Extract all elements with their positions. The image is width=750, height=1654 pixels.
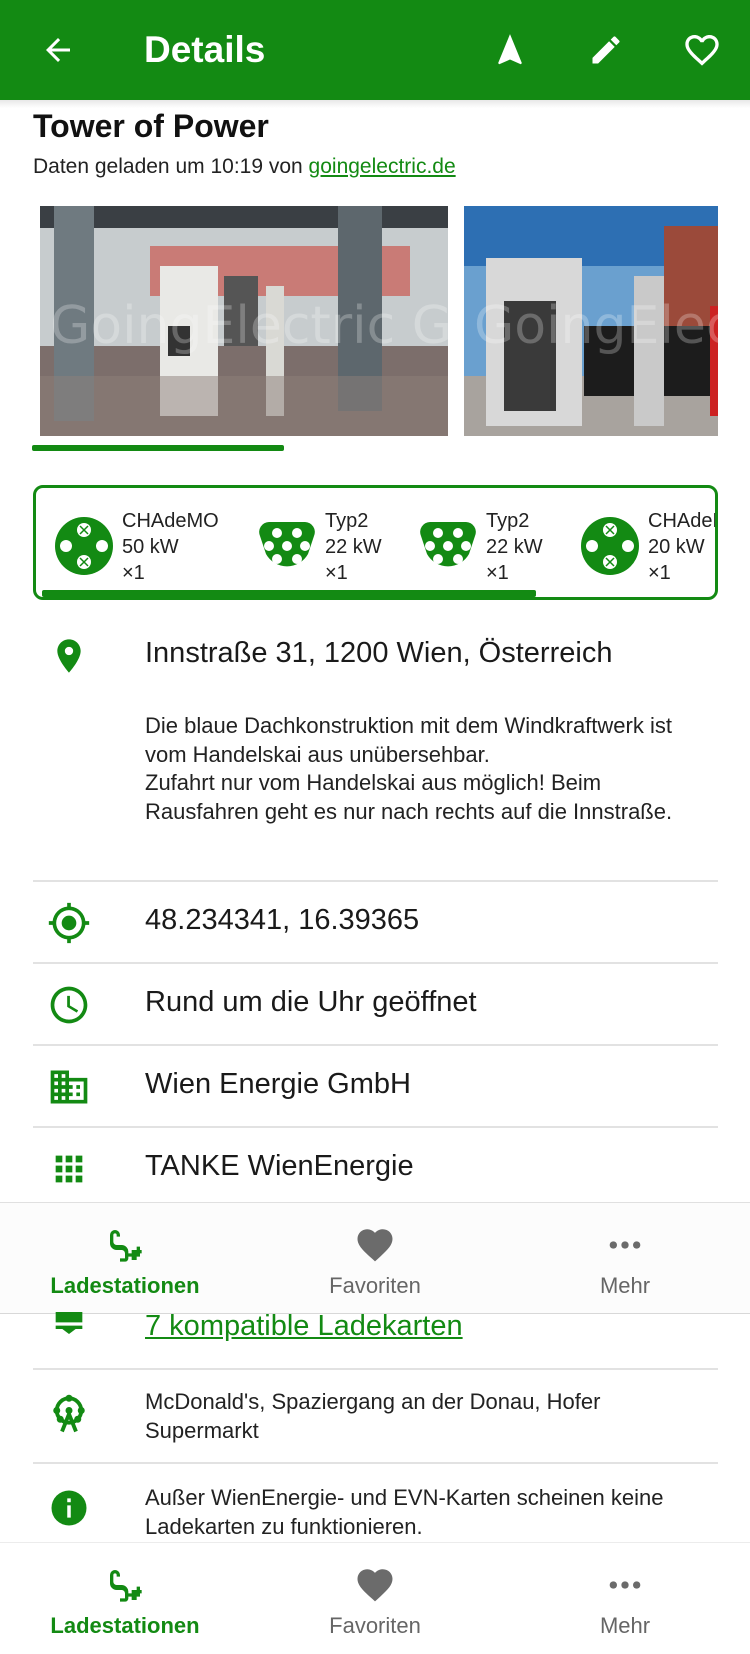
connector-label: Typ2 22 kW ×1	[325, 508, 382, 586]
station-photo[interactable]: GoingElectric GoingElectric	[464, 206, 718, 436]
nav-item-mehr[interactable]: Mehr	[500, 1203, 750, 1313]
operator-row: Wien Energie GmbH	[33, 1046, 718, 1128]
connector-count: ×1	[325, 562, 348, 584]
type2-plug-icon	[420, 522, 476, 567]
nav-item-mehr[interactable]: Mehr	[500, 1543, 750, 1654]
edit-button[interactable]	[578, 22, 634, 78]
connector-item[interactable]: Typ2 22 kW ×1	[239, 488, 399, 597]
chargecards-row[interactable]: 7 kompatible Ladekarten	[33, 1310, 718, 1370]
data-source-line: Daten geladen um 10:19 von goingelectric…	[33, 155, 456, 179]
hours-text: Rund um die Uhr geöffnet	[145, 986, 477, 1018]
connector-item[interactable]: CHAdeMO 50 kW ×1	[36, 488, 226, 597]
page-title: Details	[144, 29, 266, 70]
chademo-plug-icon	[55, 517, 113, 575]
business-icon	[47, 1065, 91, 1109]
loaded-text: Daten geladen um 10:19 von	[33, 155, 309, 178]
chargecards-text: 7 kompatible Ladekarten	[145, 1310, 463, 1342]
app-bar: Details	[0, 0, 750, 100]
address-text: Innstraße 31, 1200 Wien, Österreich	[145, 637, 613, 669]
connector-label: CHAdeMO 20 kW ×1	[648, 508, 715, 586]
arrow-back-icon	[46, 38, 70, 62]
source-link[interactable]: goingelectric.de	[309, 155, 456, 178]
hours-row: Rund um die Uhr geöffnet	[33, 964, 718, 1046]
connector-power: 22 kW	[486, 536, 543, 558]
ferris-wheel-icon	[47, 1392, 91, 1436]
nav-label: Mehr	[599, 1613, 651, 1638]
connector-scroll-indicator	[42, 590, 536, 597]
location-description: Die blaue Dachkonstruktion mit dem Windk…	[145, 713, 673, 824]
apps-grid-icon	[47, 1147, 91, 1191]
heart-icon	[353, 1223, 397, 1267]
connector-type: CHAdeMO	[122, 510, 219, 532]
connector-list[interactable]: CHAdeMO 50 kW ×1 Typ2 22 kW ×1 Typ2 22 k…	[33, 485, 718, 600]
connector-type: CHAdeMO	[648, 510, 715, 532]
type2-plug-icon	[259, 522, 315, 567]
more-horiz-icon	[603, 1223, 647, 1267]
station-photo[interactable]: GoingElectric GoingElectric	[40, 206, 448, 436]
heart-icon	[353, 1563, 397, 1607]
bottom-navigation: Ladestationen Favoriten Mehr	[0, 1202, 750, 1314]
nav-label: Mehr	[599, 1273, 651, 1298]
bottom-navigation: Ladestationen Favoriten Mehr	[0, 1542, 750, 1654]
info-icon	[47, 1486, 91, 1530]
nav-item-favoriten[interactable]: Favoriten	[250, 1543, 500, 1654]
station-name: Tower of Power	[33, 108, 269, 144]
address-row[interactable]: Innstraße 31, 1200 Wien, Österreich	[33, 630, 718, 686]
connector-type: Typ2	[486, 510, 530, 532]
edit-icon	[592, 36, 620, 64]
watermark-text: GoingElectric GoingElectric	[50, 296, 448, 356]
amenities-row: McDonald's, Spaziergang an der Donau, Ho…	[33, 1370, 718, 1464]
ev-station-icon	[103, 1563, 147, 1607]
connector-item[interactable]: Typ2 22 kW ×1	[400, 488, 560, 597]
connector-item[interactable]: CHAdeMO 20 kW ×1	[562, 488, 715, 597]
ev-station-icon	[103, 1223, 147, 1267]
network-text: TANKE WienEnergie	[145, 1150, 414, 1182]
nav-label: Favoriten	[329, 1273, 421, 1298]
network-row: TANKE WienEnergie	[33, 1128, 718, 1202]
operator-text: Wien Energie GmbH	[145, 1068, 411, 1100]
connector-type: Typ2	[325, 510, 369, 532]
connector-label: Typ2 22 kW ×1	[486, 508, 543, 586]
more-horiz-icon	[603, 1563, 647, 1607]
info-row: Außer WienEnergie- und EVN-Karten schein…	[33, 1464, 718, 1542]
coordinates-text: 48.234341, 16.39365	[145, 904, 420, 936]
card-icon	[47, 1312, 91, 1342]
connector-power: 50 kW	[122, 536, 179, 558]
nav-label: Favoriten	[329, 1613, 421, 1638]
chademo-plug-icon	[581, 517, 639, 575]
connector-power: 20 kW	[648, 536, 705, 558]
chargecards-link[interactable]: 7 kompatible Ladekarten	[145, 1310, 463, 1343]
coordinates-row[interactable]: 48.234341, 16.39365	[33, 882, 718, 964]
nav-label: Ladestationen	[50, 1273, 200, 1298]
info-text: Außer WienEnergie- und EVN-Karten schein…	[145, 1485, 664, 1539]
gps-fixed-icon	[47, 901, 91, 945]
photo-scroll-indicator	[32, 445, 284, 451]
connector-count: ×1	[486, 562, 509, 584]
connector-count: ×1	[122, 562, 145, 584]
connector-count: ×1	[648, 562, 671, 584]
location-pin-icon	[47, 634, 91, 678]
nav-label: Ladestationen	[50, 1613, 200, 1638]
app-bar-shadow	[0, 100, 750, 108]
navigate-button[interactable]	[482, 22, 538, 78]
nav-item-ladestationen[interactable]: Ladestationen	[0, 1203, 250, 1313]
connector-label: CHAdeMO 50 kW ×1	[122, 508, 219, 586]
navigate-icon	[498, 34, 522, 65]
back-button[interactable]	[30, 22, 86, 78]
favorite-button[interactable]	[674, 22, 730, 78]
nav-item-favoriten[interactable]: Favoriten	[250, 1203, 500, 1313]
amenities-text: McDonald's, Spaziergang an der Donau, Ho…	[145, 1389, 601, 1443]
nav-item-ladestationen[interactable]: Ladestationen	[0, 1543, 250, 1654]
clock-icon	[47, 983, 91, 1027]
connector-power: 22 kW	[325, 536, 382, 558]
watermark-text: GoingElectric GoingElectric	[474, 296, 718, 356]
favorite-outline-icon	[685, 35, 719, 66]
